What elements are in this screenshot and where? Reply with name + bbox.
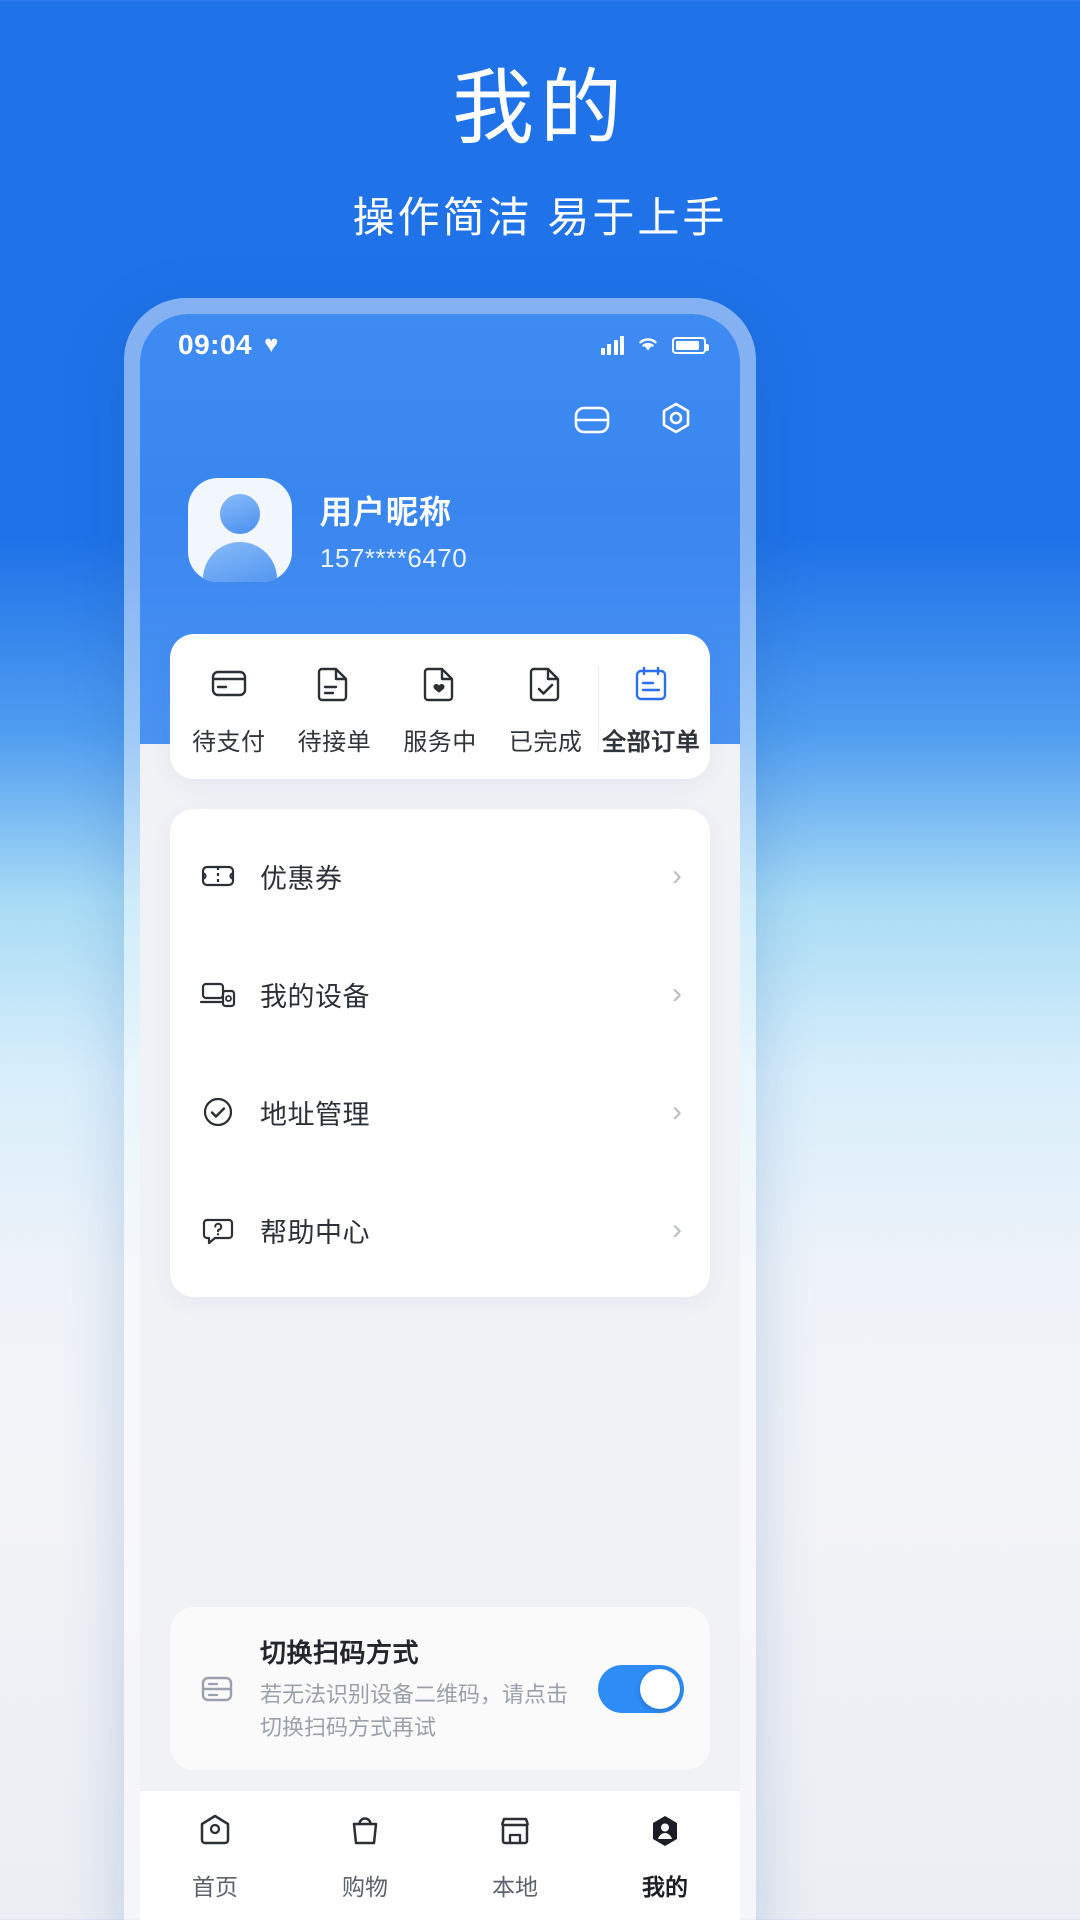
tab-label: 首页 xyxy=(192,1874,238,1900)
menu-item-label: 地址管理 xyxy=(260,1099,370,1130)
profile-icon xyxy=(643,1809,687,1858)
profile-phone: 157****6470 xyxy=(320,542,468,573)
order-tab-label: 服务中 xyxy=(403,729,477,756)
scan-mode-card: 切换扫码方式 若无法识别设备二维码，请点击切换扫码方式再试 xyxy=(170,1607,710,1770)
order-tab-in-service[interactable]: 服务中 xyxy=(387,660,493,757)
chevron-right-icon: › xyxy=(672,1095,682,1128)
help-question-icon xyxy=(198,1210,238,1250)
scan-mode-description: 若无法识别设备二维码，请点击切换扫码方式再试 xyxy=(260,1682,569,1740)
status-bar: 09:04 ♥ xyxy=(140,314,740,376)
heart-icon: ♥ xyxy=(264,331,279,358)
all-orders-icon xyxy=(628,660,674,706)
menu-item-my-device[interactable]: 我的设备 › xyxy=(170,935,710,1053)
menu-item-label: 优惠券 xyxy=(260,863,343,894)
pending-accept-icon xyxy=(311,660,357,706)
profile-section[interactable]: 用户昵称 157****6470 xyxy=(140,442,740,582)
order-tab-pending-accept[interactable]: 待接单 xyxy=(282,660,388,757)
coupon-icon xyxy=(198,856,238,896)
settings-gear-icon[interactable] xyxy=(654,398,698,442)
menu-item-help-center[interactable]: 帮助中心 › xyxy=(170,1171,710,1289)
store-icon xyxy=(493,1809,537,1858)
menu-item-address[interactable]: 地址管理 › xyxy=(170,1053,710,1171)
status-left: 09:04 ♥ xyxy=(178,329,278,361)
order-tab-pending-payment[interactable]: 待支付 xyxy=(176,660,282,757)
tab-label: 购物 xyxy=(342,1874,388,1900)
phone-screen: 09:04 ♥ 用户昵称 157****6470 待支付 待接单 服务中 已完成… xyxy=(140,314,740,1920)
status-time: 09:04 xyxy=(178,329,253,360)
address-check-icon xyxy=(198,1092,238,1132)
avatar xyxy=(188,478,292,582)
device-icon xyxy=(198,974,238,1014)
menu-item-coupon[interactable]: 优惠券 › xyxy=(170,817,710,935)
tab-home[interactable]: 首页 xyxy=(140,1809,290,1920)
order-tab-all-orders[interactable]: 全部订单 xyxy=(598,660,704,757)
chevron-right-icon: › xyxy=(672,977,682,1010)
order-status-card: 待支付 待接单 服务中 已完成 全部订单 xyxy=(170,634,710,779)
promo-subtitle: 操作简洁 易于上手 xyxy=(352,194,728,242)
tab-shopping[interactable]: 购物 xyxy=(290,1809,440,1920)
signal-bars-icon xyxy=(600,335,624,355)
scan-mode-switch[interactable] xyxy=(598,1664,684,1713)
profile-texts: 用户昵称 157****6470 xyxy=(320,487,467,574)
wifi-icon xyxy=(635,333,661,358)
scan-code-icon xyxy=(194,1666,240,1712)
order-tab-label: 全部订单 xyxy=(602,729,701,756)
tab-label: 本地 xyxy=(492,1874,538,1900)
home-icon xyxy=(193,1809,237,1858)
shopping-bag-icon xyxy=(343,1809,387,1858)
tab-label: 我的 xyxy=(642,1874,688,1900)
order-tab-label: 待支付 xyxy=(192,729,266,756)
phone-mockup: 09:04 ♥ 用户昵称 157****6470 待支付 待接单 服务中 已完成… xyxy=(124,298,756,1920)
chevron-right-icon: › xyxy=(672,859,682,892)
status-right xyxy=(600,333,709,358)
profile-nickname: 用户昵称 xyxy=(320,493,453,530)
order-tab-label: 已完成 xyxy=(508,729,583,756)
in-service-icon xyxy=(417,660,463,706)
bottom-tab-bar: 首页 购物 本地 我的 xyxy=(140,1790,740,1920)
order-tab-label: 待接单 xyxy=(297,729,372,756)
promo-header: 我的 操作简洁 易于上手 xyxy=(0,0,1080,245)
order-tab-completed[interactable]: 已完成 xyxy=(493,660,599,757)
menu-item-label: 我的设备 xyxy=(260,981,370,1012)
wallet-card-icon[interactable] xyxy=(570,398,614,442)
tab-profile[interactable]: 我的 xyxy=(590,1809,740,1920)
page-title: 我的 xyxy=(451,63,628,154)
menu-card: 优惠券 › 我的设备 › 地址管理 › 帮助中心 › xyxy=(170,809,710,1297)
scan-mode-texts: 切换扫码方式 若无法识别设备二维码，请点击切换扫码方式再试 xyxy=(260,1633,578,1744)
completed-icon xyxy=(523,660,569,706)
chevron-right-icon: › xyxy=(672,1213,682,1246)
header-actions xyxy=(140,376,740,442)
scan-mode-title: 切换扫码方式 xyxy=(260,1638,420,1668)
tab-local[interactable]: 本地 xyxy=(440,1809,590,1920)
menu-item-label: 帮助中心 xyxy=(260,1217,370,1248)
battery-icon xyxy=(672,336,709,354)
pending-payment-icon xyxy=(206,660,252,706)
